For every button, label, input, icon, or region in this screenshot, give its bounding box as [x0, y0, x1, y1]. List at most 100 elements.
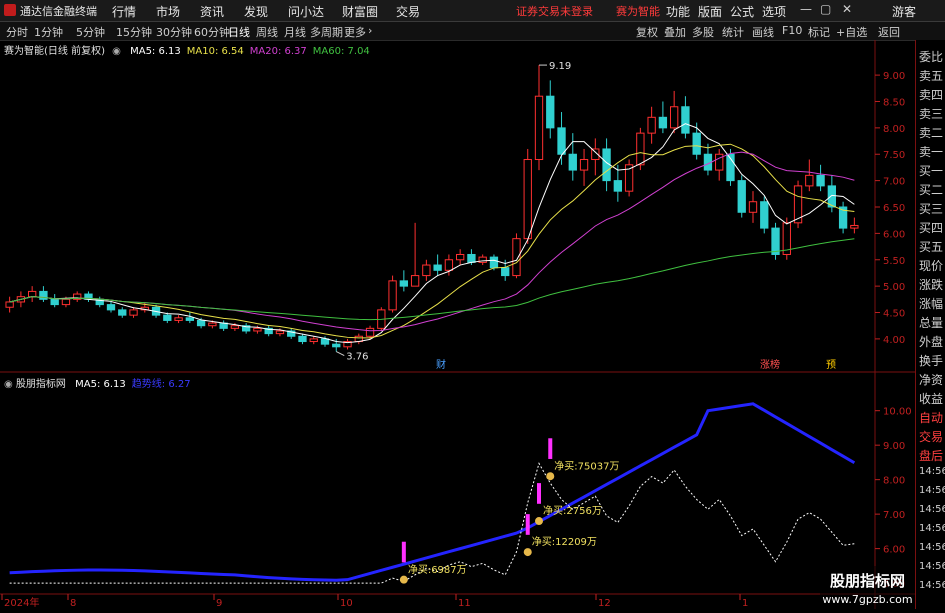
candle-body — [613, 180, 623, 192]
kline-chart[interactable]: 9.00 8.50 8.00 7.50 7.00 6.50 6.00 5.50 5.00 4.50… — [0, 40, 915, 609]
candle-body — [444, 259, 454, 271]
minimize-icon[interactable]: — — [800, 2, 812, 16]
toolbar-stats[interactable]: 统计 — [722, 24, 744, 40]
menu-options[interactable]: 选项 — [762, 3, 786, 20]
menu-layout[interactable]: 版面 — [698, 3, 722, 20]
right-panel-item[interactable]: 买五 — [919, 238, 943, 255]
coin-icon[interactable] — [523, 548, 532, 557]
toolbar-fuquan[interactable]: 复权 — [636, 24, 658, 40]
right-panel-item[interactable]: 卖一 — [919, 143, 943, 160]
candle-body — [467, 253, 476, 263]
right-panel-item[interactable]: 卖五 — [919, 67, 943, 84]
right-panel-item[interactable]: 14:56 — [919, 561, 945, 572]
settings-icon[interactable]: ◉ — [4, 379, 13, 390]
chart-area[interactable]: 9.00 8.50 8.00 7.50 7.00 6.50 6.00 5.50 5.00 4.50… — [0, 40, 915, 609]
guest-label[interactable]: 游客 — [892, 3, 916, 20]
candle-body — [399, 280, 409, 287]
chevron-right-icon[interactable]: › — [368, 24, 372, 37]
close-icon[interactable]: ✕ — [842, 2, 852, 16]
right-panel-item[interactable]: 卖四 — [919, 86, 943, 103]
menu-news[interactable]: 资讯 — [200, 3, 224, 20]
period-day[interactable]: 日线 — [228, 24, 250, 40]
candle-body — [27, 290, 37, 298]
coin-icon[interactable] — [399, 575, 408, 584]
right-panel-item[interactable]: 总量 — [919, 314, 943, 331]
candle-body — [230, 325, 240, 329]
toolbar-add-watch[interactable]: +自选 — [836, 24, 867, 40]
net-buy-annotation: 净买:12209万 — [532, 535, 597, 548]
right-panel-item[interactable]: 卖三 — [919, 105, 943, 122]
stock-title[interactable]: 赛为智能(日线 前复权) — [4, 46, 105, 57]
period-tick[interactable]: 分时 — [6, 24, 28, 40]
event-marker[interactable]: 财 — [436, 358, 446, 371]
right-panel-item[interactable]: 换手 — [919, 352, 943, 369]
menu-discover[interactable]: 发现 — [244, 3, 268, 20]
right-panel-item[interactable]: 14:56 — [919, 542, 945, 553]
right-panel-item[interactable]: 收益 — [919, 390, 943, 407]
candles — [5, 65, 859, 352]
right-panel-item[interactable]: 净资 — [919, 371, 943, 388]
right-panel-item[interactable]: 委比 — [919, 48, 943, 65]
sub-y-tick-label: 7.00 — [883, 510, 905, 521]
menu-trade[interactable]: 交易 — [396, 3, 420, 20]
right-panel-item[interactable]: 买二 — [919, 181, 943, 198]
candle-body — [647, 116, 656, 134]
login-warning[interactable]: 证券交易未登录 — [516, 3, 593, 19]
period-multi[interactable]: 多周期 — [310, 24, 343, 40]
toolbar-draw[interactable]: 画线 — [752, 24, 774, 40]
period-week[interactable]: 周线 — [256, 24, 278, 40]
x-tick-label: 8 — [70, 598, 76, 609]
period-15min[interactable]: 15分钟 — [116, 24, 152, 40]
sub-indicator-name[interactable]: 股朋指标网 — [16, 379, 66, 390]
right-panel-item[interactable]: 交易 — [919, 428, 943, 445]
x-tick-label: 2024年 — [4, 596, 39, 609]
right-panel-item[interactable]: 买一 — [919, 162, 943, 179]
right-panel-item[interactable]: 盘后 — [919, 447, 943, 464]
event-marker[interactable]: 涨榜 — [760, 358, 780, 371]
right-panel-item[interactable]: 14:56 — [919, 504, 945, 515]
right-panel-item[interactable]: 买三 — [919, 200, 943, 217]
right-panel-item[interactable]: 14:56 — [919, 580, 945, 591]
right-panel-item[interactable]: 外盘 — [919, 333, 943, 350]
menu-market[interactable]: 市场 — [156, 3, 180, 20]
right-panel-item[interactable]: 涨跌 — [919, 276, 943, 293]
menu-ask[interactable]: 问小达 — [288, 3, 324, 20]
sub-legend-item: MA5: 6.13 — [75, 379, 126, 390]
period-month[interactable]: 月线 — [284, 24, 306, 40]
ma-legend-item: MA60: 7.04 — [312, 46, 370, 57]
y-tick-label: 5.00 — [883, 282, 905, 293]
right-panel-item[interactable]: 涨幅 — [919, 295, 943, 312]
toolbar-mark[interactable]: 标记 — [808, 24, 830, 40]
y-tick-label: 7.50 — [883, 150, 905, 161]
coin-icon[interactable] — [546, 472, 555, 481]
right-panel-item[interactable]: 14:56 — [919, 485, 945, 496]
period-5min[interactable]: 5分钟 — [76, 24, 105, 40]
toolbar-f10[interactable]: F10 — [782, 24, 802, 37]
right-panel-item[interactable]: 卖二 — [919, 124, 943, 141]
right-panel-item[interactable]: 自动 — [919, 409, 943, 426]
sub-legend-item: 趋势线: 6.27 — [131, 379, 191, 390]
right-panel-item[interactable]: 现价 — [919, 257, 943, 274]
right-panel-item[interactable]: 买四 — [919, 219, 943, 236]
menu-quotes[interactable]: 行情 — [112, 3, 136, 20]
period-30min[interactable]: 30分钟 — [156, 24, 192, 40]
period-60min[interactable]: 60分钟 — [194, 24, 230, 40]
period-1min[interactable]: 1分钟 — [34, 24, 63, 40]
coin-icon[interactable] — [535, 517, 543, 526]
candle-body — [332, 343, 341, 348]
toolbar-overlay[interactable]: 叠加 — [664, 24, 686, 40]
candle-body — [658, 116, 668, 129]
period-more[interactable]: 更多 — [344, 24, 366, 40]
maximize-icon[interactable]: ▢ — [820, 2, 831, 16]
right-panel-item[interactable]: 14:56 — [919, 466, 945, 477]
toolbar-back[interactable]: 返回 — [878, 24, 900, 40]
menu-function[interactable]: 功能 — [666, 3, 690, 20]
right-panel-item[interactable]: 14:56 — [919, 523, 945, 534]
event-marker[interactable]: 预 — [826, 359, 836, 371]
watermark: 股朋指标网 www.7gpzb.com — [820, 566, 915, 609]
toolbar-multistock[interactable]: 多股 — [692, 24, 714, 40]
candle-body — [185, 317, 195, 321]
menu-formula[interactable]: 公式 — [730, 3, 754, 20]
settings-icon[interactable]: ◉ — [112, 46, 121, 57]
menu-wealth[interactable]: 财富圈 — [342, 3, 378, 20]
